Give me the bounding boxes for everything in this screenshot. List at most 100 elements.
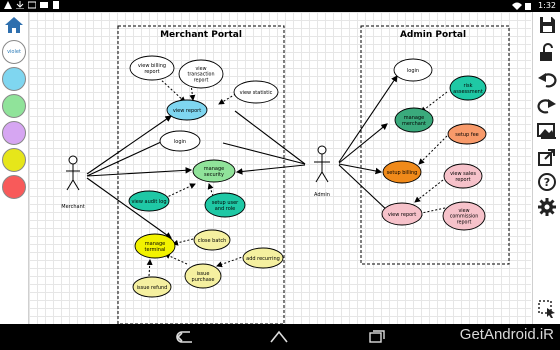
usecase-login-m[interactable]: login bbox=[159, 130, 201, 152]
color-swatch-violet[interactable] bbox=[2, 121, 26, 145]
home-nav-icon bbox=[268, 330, 290, 349]
selected-color-label: violet bbox=[7, 49, 21, 55]
use-cases: view billingreport viewtransactionreportv… bbox=[128, 55, 487, 298]
usecase-label: setup fee bbox=[455, 132, 479, 138]
watermark: GetAndroid.iR bbox=[459, 326, 554, 343]
home-button[interactable] bbox=[4, 15, 24, 35]
usecase-label: commission bbox=[450, 214, 479, 220]
color-swatch-white-selected[interactable]: violet bbox=[2, 40, 26, 64]
usecase-close-batch[interactable]: close batch bbox=[193, 229, 231, 251]
export-image-button[interactable] bbox=[537, 121, 557, 141]
usecase-label: view statistic bbox=[240, 90, 273, 96]
color-swatch-green[interactable] bbox=[2, 94, 26, 118]
usecase-label: view audit log bbox=[131, 199, 166, 205]
download-icon bbox=[16, 1, 24, 10]
usecase-label: view report bbox=[388, 212, 416, 218]
save-icon bbox=[537, 17, 557, 39]
merchant-actor[interactable]: Merchant bbox=[61, 155, 85, 210]
usecase-view-commission-report[interactable]: viewcommissionreport bbox=[442, 201, 486, 231]
usecase-view-transaction-report[interactable]: viewtransactionreport bbox=[178, 59, 224, 89]
diagram-canvas[interactable]: Merchant Portal Admin Portal Merchant Ad… bbox=[29, 12, 531, 324]
redo-button[interactable] bbox=[537, 95, 557, 115]
unlock-button[interactable] bbox=[537, 43, 557, 63]
merchant-portal-title: Merchant Portal bbox=[160, 30, 242, 40]
svg-text:?: ? bbox=[544, 176, 550, 189]
usecase-label: view bbox=[195, 66, 206, 72]
usecase-setup-fee[interactable]: setup fee bbox=[447, 123, 487, 145]
clock: 1:32 bbox=[538, 1, 556, 10]
usecase-label: merchant bbox=[402, 121, 426, 127]
usecase-label: setup billing bbox=[387, 170, 418, 176]
usecase-view-audit-log[interactable]: view audit log bbox=[128, 190, 170, 212]
action-toolbar: ? bbox=[532, 12, 560, 324]
usecase-label: report bbox=[144, 69, 159, 75]
share-icon bbox=[537, 149, 557, 171]
admin-actor[interactable]: Admin bbox=[314, 145, 330, 198]
usecase-label: terminal bbox=[145, 247, 166, 253]
selection-icon bbox=[537, 300, 557, 323]
share-button[interactable] bbox=[537, 147, 557, 167]
usecase-label: report bbox=[457, 219, 472, 225]
usecase-label: report bbox=[194, 77, 209, 83]
save-button[interactable] bbox=[537, 15, 557, 35]
usecase-label: close batch bbox=[198, 238, 227, 244]
usecase-view-statistic[interactable]: view statistic bbox=[233, 80, 279, 104]
color-swatch-cyan[interactable] bbox=[2, 67, 26, 91]
usecase-view-billing-report[interactable]: view billingreport bbox=[129, 55, 175, 81]
help-button[interactable]: ? bbox=[537, 172, 557, 192]
wifi-icon bbox=[512, 2, 523, 10]
sd-card-icon bbox=[52, 1, 60, 9]
usecase-label: security bbox=[204, 172, 224, 178]
help-icon: ? bbox=[537, 173, 557, 196]
usecase-risk-assessment[interactable]: riskassessment bbox=[449, 75, 487, 101]
image-notification-icon bbox=[27, 1, 37, 9]
admin-portal-title: Admin Portal bbox=[400, 30, 466, 40]
mail-icon bbox=[40, 1, 48, 9]
usecase-view-report-a[interactable]: view report bbox=[381, 202, 423, 226]
usecase-issue-refund[interactable]: issue refund bbox=[132, 276, 172, 298]
usecase-manage-terminal[interactable]: manageterminal bbox=[134, 233, 176, 259]
usecase-label: transaction bbox=[187, 72, 214, 78]
unlock-icon bbox=[537, 43, 557, 67]
usecase-view-sales-report[interactable]: view salesreport bbox=[443, 163, 483, 189]
redo-icon bbox=[537, 99, 557, 119]
admin-actor-label: Admin bbox=[314, 192, 330, 198]
usecase-login-a[interactable]: login bbox=[393, 58, 433, 82]
battery-icon bbox=[525, 2, 533, 10]
undo-button[interactable] bbox=[537, 69, 557, 89]
notification-icon bbox=[4, 1, 12, 9]
back-button[interactable] bbox=[174, 329, 196, 345]
gear-icon bbox=[537, 198, 557, 221]
usecase-manage-merchant[interactable]: managemerchant bbox=[394, 107, 434, 133]
admin-portal-boundary[interactable] bbox=[360, 25, 510, 265]
usecase-label: issue refund bbox=[137, 285, 168, 291]
home-nav-button[interactable] bbox=[268, 329, 290, 345]
usecase-issue-purchase[interactable]: issuepurchase bbox=[184, 263, 222, 289]
usecase-manage-security[interactable]: managesecurity bbox=[192, 159, 236, 183]
recents-icon bbox=[366, 330, 388, 349]
usecase-add-recurring[interactable]: add recurring bbox=[242, 247, 284, 269]
recents-button[interactable] bbox=[366, 329, 388, 345]
color-palette: violet bbox=[0, 12, 29, 324]
usecase-setup-user-role[interactable]: setup userand role bbox=[204, 192, 246, 218]
status-bar: 1:32 bbox=[0, 0, 560, 12]
usecase-label: view bbox=[458, 208, 469, 214]
use-case-diagram[interactable]: Merchant Portal Admin Portal Merchant Ad… bbox=[29, 12, 531, 324]
settings-button[interactable] bbox=[537, 197, 557, 217]
color-swatch-yellow[interactable] bbox=[2, 148, 26, 172]
home-icon bbox=[4, 17, 24, 39]
usecase-view-report-m[interactable]: view report bbox=[166, 99, 208, 121]
color-swatch-red[interactable] bbox=[2, 175, 26, 199]
usecase-setup-billing[interactable]: setup billing bbox=[382, 160, 422, 184]
usecase-label: login bbox=[407, 68, 419, 74]
back-icon bbox=[174, 330, 196, 349]
selection-tool-button[interactable] bbox=[537, 299, 557, 319]
usecase-label: add recurring bbox=[246, 256, 280, 262]
usecase-label: assessment bbox=[453, 89, 483, 95]
undo-icon bbox=[537, 73, 557, 93]
usecase-label: login bbox=[174, 139, 186, 145]
usecase-label: and role bbox=[215, 206, 235, 212]
usecase-label: view report bbox=[173, 108, 201, 114]
image-icon bbox=[537, 123, 557, 145]
usecase-label: report bbox=[455, 177, 470, 183]
